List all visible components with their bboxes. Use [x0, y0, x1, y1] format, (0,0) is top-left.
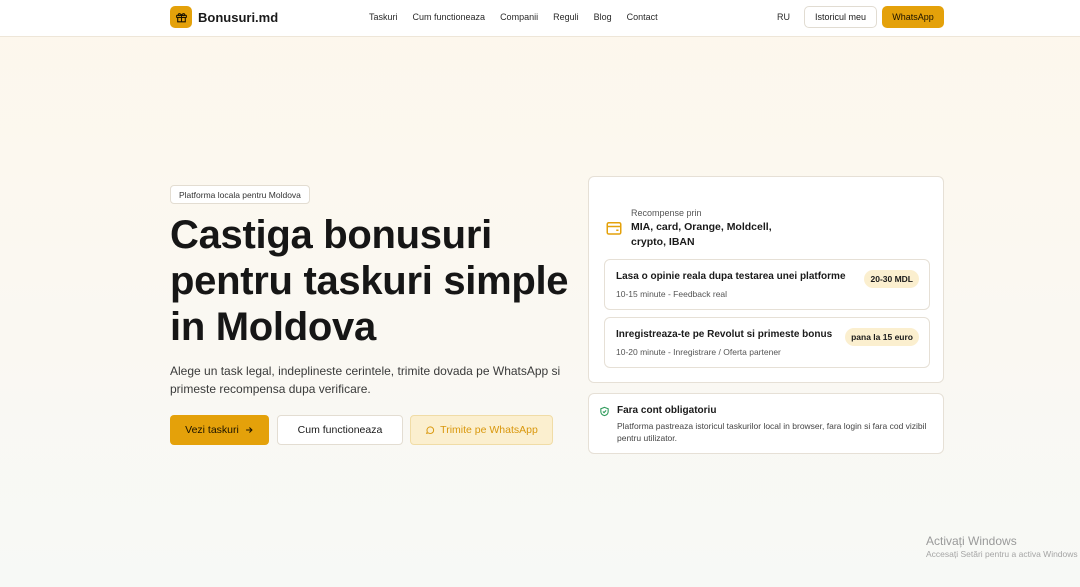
note-text: Platforma pastreaza istoricul taskurilor… [617, 421, 927, 443]
task-title: Inregistreaza-te pe Revolut si primeste … [616, 329, 833, 340]
rewards-card: Recompense prin MIA, card, Orange, Moldc… [588, 176, 944, 383]
nav-item-companii[interactable]: Companii [500, 12, 538, 22]
windows-watermark-title: Activați Windows [926, 534, 1017, 548]
send-whatsapp-label: Trimite pe WhatsApp [440, 424, 538, 436]
nav-item-blog[interactable]: Blog [594, 12, 612, 22]
rewards-label: Recompense prin [631, 208, 702, 218]
whatsapp-header-button[interactable]: WhatsApp [882, 6, 944, 28]
language-switch[interactable]: RU [777, 12, 790, 22]
task-meta: 10-15 minute - Feedback real [616, 289, 728, 299]
nav-item-taskuri[interactable]: Taskuri [369, 12, 398, 22]
note-title: Fara cont obligatoriu [617, 405, 717, 416]
hero-subtitle: Alege un task legal, indeplineste cerint… [170, 364, 561, 396]
how-it-works-label: Cum functioneaza [297, 424, 383, 436]
main-nav: Taskuri Cum functioneaza Companii Reguli… [369, 12, 673, 22]
nav-item-reguli[interactable]: Reguli [553, 12, 579, 22]
view-tasks-button[interactable]: Vezi taskuri [170, 415, 269, 445]
task-card[interactable]: Inregistreaza-te pe Revolut si primeste … [604, 317, 930, 368]
payment-methods: MIA, card, Orange, Moldcell, crypto, IBA… [631, 221, 772, 248]
windows-watermark-subtitle: Accesați Setări pentru a activa Windows [926, 549, 1078, 559]
wallet-icon [606, 222, 622, 235]
task-title: Lasa o opinie reala dupa testarea unei p… [616, 271, 846, 282]
logo-link[interactable]: Bonusuri.md [170, 6, 278, 28]
task-card[interactable]: Lasa o opinie reala dupa testarea unei p… [604, 259, 930, 310]
platform-badge: Platforma locala pentru Moldova [170, 185, 310, 204]
send-whatsapp-button[interactable]: Trimite pe WhatsApp [410, 415, 553, 445]
arrow-right-icon [245, 427, 253, 433]
reward-badge: pana la 15 euro [845, 328, 919, 346]
shield-check-icon [600, 406, 609, 417]
page-title: Castiga bonusuri pentru taskuri simple i… [170, 213, 569, 349]
no-account-note: Fara cont obligatoriu Platforma pastreaz… [588, 393, 944, 454]
site-header: Bonusuri.md Taskuri Cum functioneaza Com… [0, 0, 1080, 37]
nav-item-contact[interactable]: Contact [627, 12, 658, 22]
chat-bubble-icon [426, 426, 435, 434]
gift-icon [170, 6, 192, 28]
brand-name: Bonusuri.md [198, 9, 279, 25]
reward-badge: 20-30 MDL [864, 270, 919, 288]
task-meta: 10-20 minute - Inregistrare / Oferta par… [616, 347, 781, 357]
view-tasks-label: Vezi taskuri [185, 424, 239, 436]
nav-item-cum-functioneaza[interactable]: Cum functioneaza [413, 12, 486, 22]
history-button[interactable]: Istoricul meu [804, 6, 877, 28]
how-it-works-button[interactable]: Cum functioneaza [277, 415, 403, 445]
